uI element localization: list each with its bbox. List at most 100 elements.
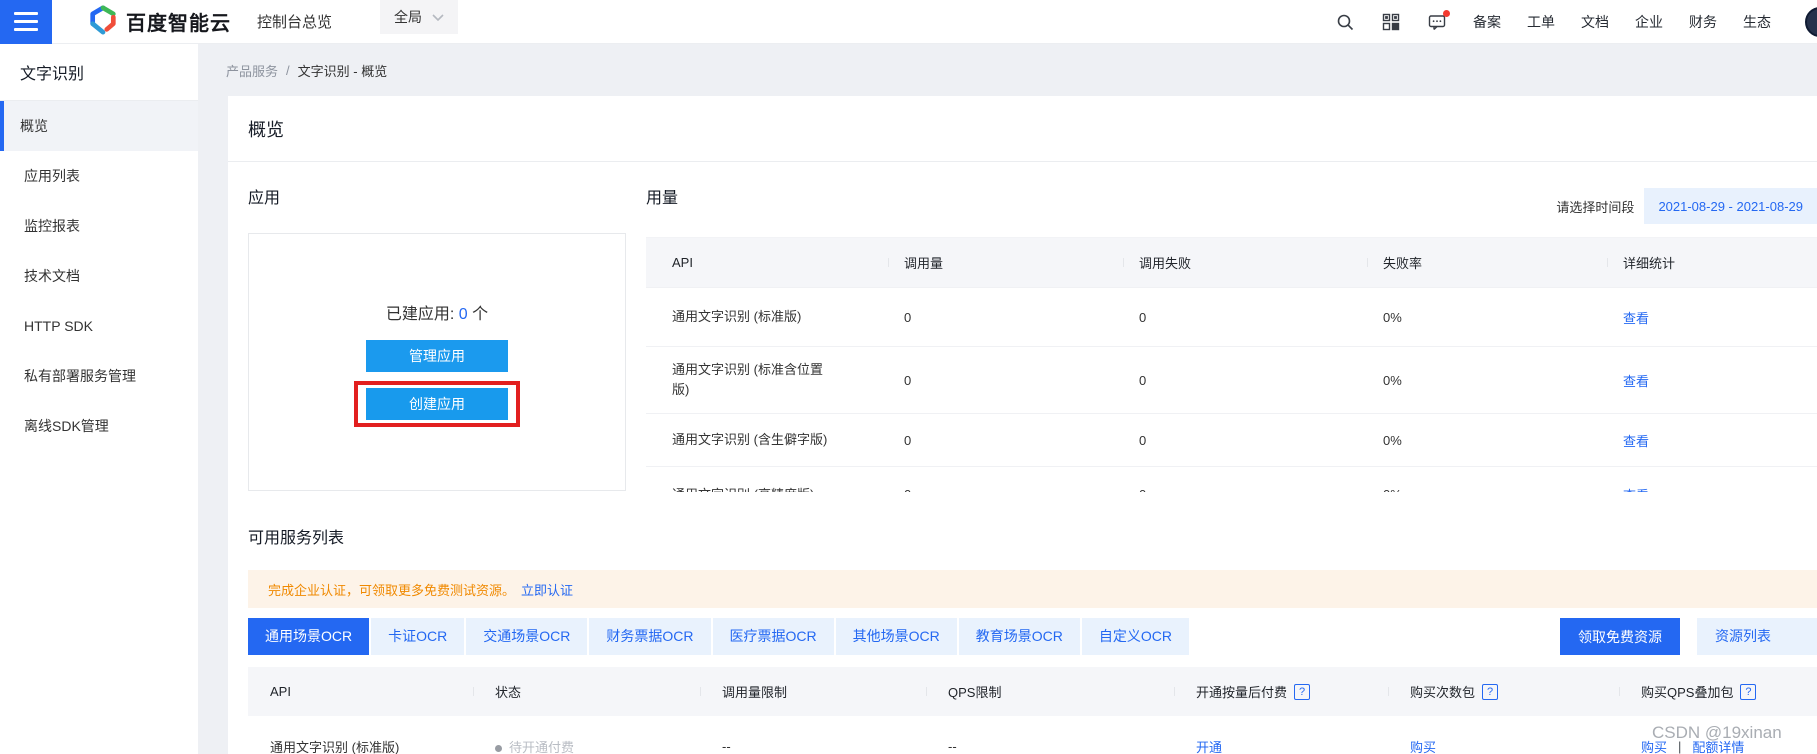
created-apps-unit: 个 bbox=[472, 306, 488, 323]
svc-col-status: 状态 bbox=[473, 682, 700, 701]
baidu-cloud-logo-icon bbox=[88, 5, 118, 38]
certify-now-link[interactable]: 立即认证 bbox=[521, 580, 573, 599]
view-link[interactable]: 查看 bbox=[1623, 488, 1649, 492]
view-link[interactable]: 查看 bbox=[1623, 374, 1649, 389]
app-section: 应用 已建应用: 0 个 管理应用 创建应用 bbox=[248, 188, 626, 492]
failed-value: 0 bbox=[1123, 310, 1367, 325]
failed-value: 0 bbox=[1123, 373, 1367, 388]
page-title: 概览 bbox=[248, 116, 284, 142]
status-indicator: 待开通付费 bbox=[495, 737, 574, 754]
main-area: 产品服务 / 文字识别 - 概览 概览 应用 已建应用: 0 个 bbox=[198, 44, 1817, 754]
usage-col-api: API bbox=[646, 255, 888, 270]
create-app-button[interactable]: 创建应用 bbox=[366, 388, 508, 420]
usage-section: 用量 请选择时间段 2021-08-29 - 2021-08-29 API 调用… bbox=[646, 188, 1817, 492]
calls-value: 0 bbox=[888, 433, 1123, 448]
help-icon[interactable]: ? bbox=[1482, 684, 1498, 700]
calls-value: 0 bbox=[888, 487, 1123, 492]
usage-table-row: 通用文字识别 (含生僻字版) 0 0 0% 查看 bbox=[646, 413, 1817, 466]
hamburger-menu-button[interactable] bbox=[0, 0, 52, 44]
certification-notice: 完成企业认证，可领取更多免费测试资源。 立即认证 bbox=[248, 570, 1817, 608]
svc-col-postpaid: 开通按量后付费 bbox=[1196, 682, 1287, 701]
date-range-picker[interactable]: 2021-08-29 - 2021-08-29 bbox=[1644, 188, 1817, 224]
tab-card-ocr[interactable]: 卡证OCR bbox=[371, 618, 464, 655]
breadcrumb-separator: / bbox=[286, 63, 290, 78]
usage-col-failed: 调用失败 bbox=[1123, 253, 1367, 272]
failed-value: 0 bbox=[1123, 487, 1367, 492]
sidebar-item-monitor-report[interactable]: 监控报表 bbox=[0, 201, 198, 251]
tab-general-ocr[interactable]: 通用场景OCR bbox=[248, 618, 369, 655]
sidebar-item-http-sdk[interactable]: HTTP SDK bbox=[0, 301, 198, 351]
svc-col-package: 购买次数包 bbox=[1410, 682, 1475, 701]
sidebar-item-overview[interactable]: 概览 bbox=[0, 101, 198, 151]
notification-badge bbox=[1443, 10, 1450, 17]
buy-package-link[interactable]: 购买 bbox=[1410, 737, 1436, 754]
sidebar-item-offline-sdk[interactable]: 离线SDK管理 bbox=[0, 401, 198, 451]
sidebar-item-private-deploy[interactable]: 私有部署服务管理 bbox=[0, 351, 198, 401]
user-avatar[interactable] bbox=[1805, 7, 1817, 37]
services-table-header: API 状态 调用量限制 QPS限制 开通按量后付费 ? 购买次数包 ? 购买Q… bbox=[248, 667, 1817, 716]
services-table: API 状态 调用量限制 QPS限制 开通按量后付费 ? 购买次数包 ? 购买Q… bbox=[248, 667, 1817, 754]
calls-value: 0 bbox=[888, 310, 1123, 325]
quota-detail-link[interactable]: 配额详情 bbox=[1692, 737, 1744, 754]
tab-education-ocr[interactable]: 教育场景OCR bbox=[959, 618, 1080, 655]
nav-link-qiye[interactable]: 企业 bbox=[1635, 12, 1663, 32]
sidebar-item-app-list[interactable]: 应用列表 bbox=[0, 151, 198, 201]
claim-free-resources-button[interactable]: 领取免费资源 bbox=[1560, 618, 1680, 655]
view-link[interactable]: 查看 bbox=[1623, 311, 1649, 326]
breadcrumb: 产品服务 / 文字识别 - 概览 bbox=[198, 44, 1817, 96]
api-name: 通用文字识别 (高精度版) bbox=[672, 485, 814, 493]
nav-link-shengtai[interactable]: 生态 bbox=[1743, 12, 1771, 32]
svc-col-qps-addon: 购买QPS叠加包 bbox=[1641, 682, 1733, 701]
search-icon[interactable] bbox=[1335, 12, 1355, 32]
buy-qps-link[interactable]: 购买 bbox=[1641, 737, 1667, 754]
tab-medical-ocr[interactable]: 医疗票据OCR bbox=[713, 618, 834, 655]
nav-link-gongdan[interactable]: 工单 bbox=[1527, 12, 1555, 32]
quota-value: -- bbox=[700, 739, 926, 754]
breadcrumb-root[interactable]: 产品服务 bbox=[226, 61, 278, 80]
nav-link-caiwu[interactable]: 财务 bbox=[1689, 12, 1717, 32]
qps-value: -- bbox=[926, 739, 1174, 754]
svc-col-qps: QPS限制 bbox=[926, 682, 1174, 701]
breadcrumb-current: 文字识别 - 概览 bbox=[298, 61, 388, 80]
sidebar: 文字识别 概览 应用列表 监控报表 技术文档 HTTP SDK 私有部署服务管理… bbox=[0, 44, 198, 754]
service-tabs: 通用场景OCR 卡证OCR 交通场景OCR 财务票据OCR 医疗票据OCR 其他… bbox=[248, 618, 1817, 655]
usage-table-row: 通用文字识别 (高精度版) 0 0 0% 查看 bbox=[646, 466, 1817, 492]
action-separator: | bbox=[1678, 739, 1681, 754]
region-selector[interactable]: 全局 bbox=[380, 0, 458, 34]
messages-icon[interactable] bbox=[1427, 12, 1447, 32]
view-link[interactable]: 查看 bbox=[1623, 434, 1649, 449]
tab-custom-ocr[interactable]: 自定义OCR bbox=[1082, 618, 1189, 655]
resource-list-button[interactable]: 资源列表 bbox=[1697, 618, 1817, 655]
status-text: 待开通付费 bbox=[509, 740, 574, 754]
sidebar-item-tech-docs[interactable]: 技术文档 bbox=[0, 251, 198, 301]
services-table-row: 通用文字识别 (标准版) 待开通付费 -- -- 开通 购买 购买 | 配额详情 bbox=[248, 716, 1817, 754]
services-section-title: 可用服务列表 bbox=[248, 528, 1817, 550]
created-apps-count: 0 bbox=[459, 306, 468, 323]
app-section-title: 应用 bbox=[248, 188, 626, 210]
tab-traffic-ocr[interactable]: 交通场景OCR bbox=[466, 618, 587, 655]
date-range-label: 请选择时间段 bbox=[1556, 197, 1634, 216]
api-name: 通用文字识别 (含生僻字版) bbox=[672, 430, 827, 450]
usage-table-row: 通用文字识别 (标准版) 0 0 0% 查看 bbox=[646, 287, 1817, 346]
tab-other-ocr[interactable]: 其他场景OCR bbox=[836, 618, 957, 655]
svc-api-name: 通用文字识别 (标准版) bbox=[248, 737, 473, 754]
failed-value: 0 bbox=[1123, 433, 1367, 448]
products-grid-icon[interactable] bbox=[1381, 12, 1401, 32]
brand-logo[interactable]: 百度智能云 bbox=[88, 5, 231, 38]
console-overview-link[interactable]: 控制台总览 bbox=[257, 11, 332, 32]
nav-link-beian[interactable]: 备案 bbox=[1473, 12, 1501, 32]
created-apps-line: 已建应用: 0 个 bbox=[386, 300, 488, 324]
nav-link-wendang[interactable]: 文档 bbox=[1581, 12, 1609, 32]
open-postpaid-link[interactable]: 开通 bbox=[1196, 737, 1222, 754]
chevron-down-icon bbox=[432, 9, 444, 25]
region-selector-value: 全局 bbox=[394, 7, 422, 27]
top-navbar: 百度智能云 控制台总览 全局 备案 工单 文档 bbox=[0, 0, 1817, 44]
manage-app-button[interactable]: 管理应用 bbox=[366, 340, 508, 372]
svc-col-api: API bbox=[248, 684, 473, 699]
help-icon[interactable]: ? bbox=[1740, 684, 1756, 700]
brand-name: 百度智能云 bbox=[126, 7, 231, 36]
fail-rate-value: 0% bbox=[1367, 487, 1607, 492]
tab-finance-ocr[interactable]: 财务票据OCR bbox=[589, 618, 710, 655]
help-icon[interactable]: ? bbox=[1294, 684, 1310, 700]
api-name: 通用文字识别 (标准含位置版) bbox=[672, 360, 840, 400]
